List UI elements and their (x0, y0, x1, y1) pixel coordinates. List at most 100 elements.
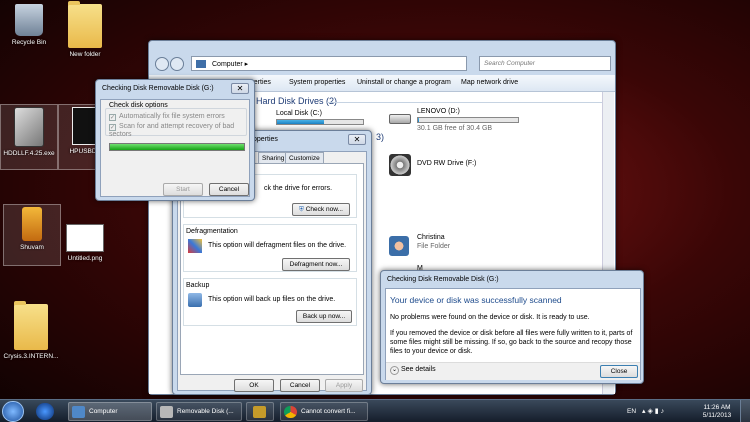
desktop-icon-label: New folder (69, 51, 101, 58)
folder-christina[interactable]: Christina File Folder (389, 234, 529, 256)
pinned-media-player[interactable] (36, 403, 54, 420)
drive-c[interactable]: Local Disk (C:) (276, 110, 364, 125)
folder-type: File Folder (417, 243, 451, 250)
scan-result-body: Your device or disk was successfully sca… (385, 288, 641, 380)
drive-d-free: 30.1 GB free of 30.4 GB (417, 125, 493, 132)
recover-sectors-label: Scan for and attempt recovery of bad sec… (109, 123, 235, 138)
start-button[interactable] (2, 401, 24, 422)
fix-errors-option[interactable]: ✓ Automatically fix file system errors (109, 113, 225, 121)
toolbar-system-properties[interactable]: System properties (289, 79, 345, 86)
checkbox-icon: ✓ (109, 114, 116, 121)
desktop-icon-untitled-png[interactable]: Untitled.png (56, 224, 114, 262)
drive-d-fill (418, 118, 419, 122)
clock-date: 5/11/2013 (702, 412, 732, 419)
desktop-icon-label: Crysis.3.INTERN... (3, 353, 59, 360)
recycle-bin-icon (15, 4, 43, 36)
clock-time: 11:26 AM (703, 404, 731, 411)
chevron-down-icon: ⌄ (390, 366, 399, 375)
taskbar: Computer Removable Disk (... Cannot conv… (0, 399, 750, 422)
start-button[interactable]: Start (163, 183, 203, 196)
check-now-label: Check now... (305, 206, 343, 213)
fix-errors-label: Automatically fix file system errors (119, 113, 225, 120)
language-indicator[interactable]: EN (627, 408, 636, 415)
close-icon[interactable]: ✕ (231, 83, 249, 94)
address-bar[interactable]: Computer ▸ (191, 56, 467, 71)
drive-c-label: Local Disk (C:) (276, 110, 322, 117)
see-details-toggle[interactable]: ⌄ See details (390, 366, 436, 375)
check-disk-body: Check disk options ✓ Automatically fix fi… (100, 99, 250, 197)
result-line2: If you removed the device or disk before… (390, 330, 633, 355)
desktop-icon-crysis[interactable]: Crysis.3.INTERN... (2, 301, 60, 360)
toolbar-map-network-drive[interactable]: Map network drive (461, 79, 518, 86)
ok-button[interactable]: OK (234, 379, 274, 392)
see-details-label: See details (400, 366, 436, 373)
desktop-icon-shuvam[interactable]: Shuvam (3, 204, 61, 266)
backup-title: Backup (186, 282, 210, 289)
drive-d-label: LENOVO (D:) (417, 108, 460, 115)
section-divider (327, 102, 607, 103)
dvd-drive-label: DVD RW Drive (F:) (417, 160, 477, 167)
folder-icon (68, 1, 102, 48)
folder-name: Christina (417, 234, 445, 241)
check-now-button[interactable]: ⛨ Check now... (292, 203, 350, 216)
defrag-icon (188, 239, 202, 253)
shortcut-icon (22, 207, 42, 241)
close-icon[interactable]: ✕ (348, 134, 366, 145)
tray-icons[interactable]: ▴ ◈ ▮ ♪ (642, 407, 664, 415)
user-folder-icon (389, 236, 409, 256)
computer-icon (196, 60, 206, 68)
desktop-icon-new-folder[interactable]: New folder (56, 1, 114, 58)
taskbar-label: Cannot convert fi... (301, 408, 356, 415)
taskbar-button-chrome[interactable]: Cannot convert fi... (280, 402, 368, 421)
scan-result-dialog: Checking Disk Removable Disk (G:) Your d… (380, 270, 644, 384)
desktop-icon-label: Untitled.png (67, 255, 103, 262)
backup-icon (188, 293, 202, 307)
result-line1: No problems were found on the device or … (390, 314, 590, 321)
close-button[interactable]: Close (600, 365, 638, 378)
errorcheck-text: ck the drive for errors. (264, 185, 333, 192)
apply-button[interactable]: Apply (325, 379, 363, 392)
progress-bar (109, 143, 245, 151)
hard-disk-icon (14, 107, 44, 147)
back-up-now-button[interactable]: Back up now... (296, 310, 352, 323)
computer-icon (72, 406, 85, 418)
desktop-icon-label: Shuvam (20, 244, 44, 251)
cancel-button[interactable]: Cancel (280, 379, 320, 392)
show-desktop-button[interactable] (740, 400, 750, 422)
forward-button[interactable] (170, 57, 184, 71)
defragment-now-button[interactable]: Defragment now... (282, 258, 350, 271)
defrag-group: Defragmentation This option will defragm… (183, 224, 357, 272)
backup-group: Backup This option will back up files on… (183, 278, 357, 326)
backup-text: This option will back up files on the dr… (208, 296, 336, 303)
taskbar-label: Removable Disk (... (177, 408, 234, 415)
cancel-button[interactable]: Cancel (209, 183, 249, 196)
recover-sectors-option[interactable]: ✓ Scan for and attempt recovery of bad se… (109, 123, 249, 138)
back-button[interactable] (155, 57, 169, 71)
dvd-drive-icon (389, 154, 411, 176)
address-text: Computer (212, 61, 243, 68)
image-file-icon (66, 224, 104, 252)
drive-c-bar (276, 119, 364, 125)
drive-icon (389, 114, 411, 124)
desktop-icon-recycle-bin[interactable]: Recycle Bin (0, 4, 58, 46)
search-placeholder: Search Computer (484, 60, 535, 67)
defrag-title: Defragmentation (186, 228, 238, 235)
taskbar-button-computer[interactable]: Computer (68, 402, 152, 421)
taskbar-button-game[interactable] (246, 402, 274, 421)
drive-d[interactable]: LENOVO (D:) 30.1 GB free of 30.4 GB (389, 108, 529, 132)
shield-icon: ⛨ (299, 206, 304, 213)
desktop-icon-label: HDDLLF.4.25.exe (3, 150, 55, 157)
taskbar-button-removable-disk[interactable]: Removable Disk (... (156, 402, 242, 421)
desktop-icon-hddllf[interactable]: HDDLLF.4.25.exe (0, 104, 58, 170)
scan-result-title: Checking Disk Removable Disk (G:) (387, 276, 499, 283)
search-input[interactable]: Search Computer (479, 56, 611, 71)
toolbar-uninstall[interactable]: Uninstall or change a program (357, 79, 451, 86)
folder-icon (14, 301, 48, 350)
drive-d-bar (417, 117, 519, 123)
drive-c-fill (277, 120, 325, 124)
progress-fill (110, 144, 244, 150)
desktop-icon-label: Recycle Bin (11, 39, 47, 46)
section-title: Hard Disk Drives (2) (256, 96, 338, 106)
taskbar-label: Computer (89, 408, 118, 415)
clock[interactable]: 11:26 AM 5/11/2013 (700, 404, 734, 420)
